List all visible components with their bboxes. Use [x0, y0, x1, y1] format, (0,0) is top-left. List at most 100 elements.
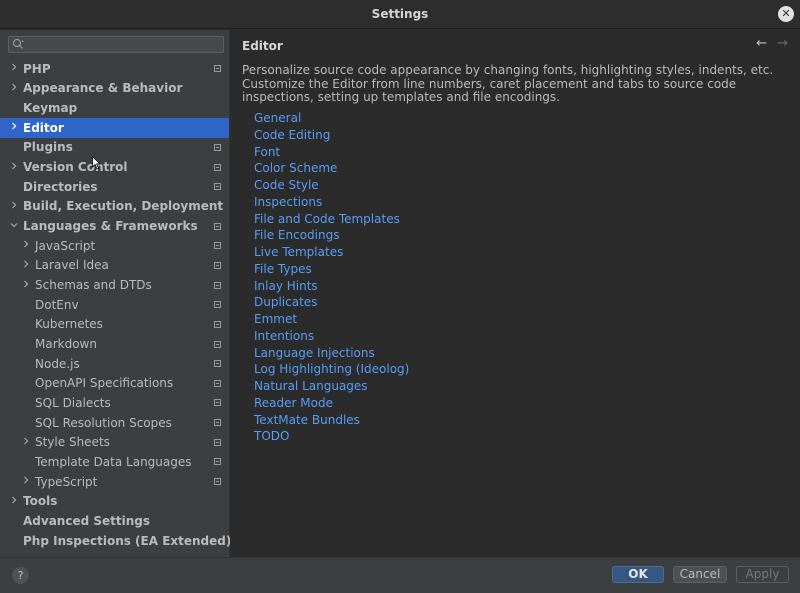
forward-arrow-icon[interactable]: → [777, 36, 788, 51]
sidebar-item-appearance-behavior[interactable]: Appearance & Behavior [0, 79, 229, 99]
sidebar-item-sql-resolution-scopes[interactable]: SQL Resolution Scopes [0, 413, 229, 433]
close-icon[interactable]: ✕ [778, 6, 794, 22]
sidebar-item-version-control[interactable]: Version Control [0, 157, 229, 177]
link-font[interactable]: Font [254, 144, 409, 161]
sidebar-item-markdown[interactable]: Markdown [0, 334, 229, 354]
chevron-right-icon[interactable] [9, 496, 19, 507]
link-file-encodings[interactable]: File Encodings [254, 227, 409, 244]
editor-links: General Code Editing Font Color Scheme Code … [254, 110, 409, 445]
sidebar-item-node-js[interactable]: Node.js [0, 354, 229, 374]
cancel-button[interactable]: Cancel [673, 566, 727, 583]
sidebar-item-dotenv[interactable]: DotEnv [0, 295, 229, 315]
chevron-right-icon[interactable] [21, 280, 31, 291]
sidebar-item-label: DotEnv [35, 297, 79, 312]
link-live-templates[interactable]: Live Templates [254, 244, 409, 261]
sidebar-item-sql-dialects[interactable]: SQL Dialects [0, 393, 229, 413]
chevron-right-icon[interactable] [9, 162, 19, 173]
sidebar-item-tools[interactable]: Tools [0, 491, 229, 511]
sidebar-item-label: Appearance & Behavior [23, 81, 183, 96]
chevron-right-icon[interactable] [9, 201, 19, 212]
sidebar-item-editor[interactable]: Editor [0, 117, 229, 138]
chevron-down-icon[interactable] [9, 221, 19, 232]
sidebar-item-template-data-languages[interactable]: Template Data Languages [0, 452, 229, 472]
sidebar-item-php[interactable]: PHP [0, 59, 229, 79]
link-file-types[interactable]: File Types [254, 261, 409, 278]
chevron-right-icon[interactable] [9, 83, 19, 94]
link-duplicates[interactable]: Duplicates [254, 294, 409, 311]
sidebar-item-laravel-idea[interactable]: Laravel Idea [0, 256, 229, 276]
back-arrow-icon[interactable]: ← [756, 36, 767, 51]
chevron-right-icon[interactable] [21, 476, 31, 487]
sidebar-item-javascript[interactable]: JavaScript [0, 236, 229, 256]
dialog-footer: ? OK Cancel Apply [0, 557, 800, 593]
link-todo[interactable]: TODO [254, 428, 409, 445]
sidebar-item-label: Advanced Settings [23, 513, 151, 528]
link-language-injections[interactable]: Language Injections [254, 345, 409, 362]
link-emmet[interactable]: Emmet [254, 311, 409, 328]
sidebar-item-advanced-settings[interactable]: Advanced Settings [0, 511, 229, 531]
sidebar-item-php-inspections-ea-extended[interactable]: Php Inspections (EA Extended) [0, 531, 232, 551]
link-intentions[interactable]: Intentions [254, 328, 409, 345]
link-general[interactable]: General [254, 110, 409, 127]
search-input[interactable] [31, 37, 221, 52]
link-natural-languages[interactable]: Natural Languages [254, 378, 409, 395]
sidebar-item-label: Directories [23, 179, 98, 194]
page-description: Personalize source code appearance by ch… [242, 63, 774, 104]
link-file-and-code-templates[interactable]: File and Code Templates [254, 211, 409, 228]
page-title: Editor [242, 39, 283, 53]
project-settings-icon [214, 320, 221, 328]
sidebar-item-label: SQL Resolution Scopes [35, 415, 172, 430]
sidebar-item-label: Style Sheets [35, 435, 110, 450]
help-icon[interactable]: ? [12, 567, 29, 584]
project-settings-icon [214, 399, 221, 407]
sidebar-item-label: PHP [23, 61, 51, 76]
sidebar-item-label: Schemas and DTDs [35, 278, 152, 293]
sidebar-item-label: Markdown [35, 337, 97, 352]
apply-button[interactable]: Apply [736, 566, 789, 583]
project-settings-icon [214, 419, 221, 427]
link-inlay-hints[interactable]: Inlay Hints [254, 278, 409, 295]
link-textmate-bundles[interactable]: TextMate Bundles [254, 412, 409, 429]
link-log-highlighting-ideolog[interactable]: Log Highlighting (Ideolog) [254, 361, 409, 378]
link-inspections[interactable]: Inspections [254, 194, 409, 211]
link-code-editing[interactable]: Code Editing [254, 127, 409, 144]
search-icon [12, 37, 26, 54]
settings-search[interactable] [8, 36, 224, 53]
sidebar-item-openapi-specifications[interactable]: OpenAPI Specifications [0, 374, 229, 394]
project-settings-icon [214, 360, 221, 368]
project-settings-icon [214, 458, 221, 466]
sidebar-item-schemas-and-dtds[interactable]: Schemas and DTDs [0, 275, 229, 295]
sidebar-item-directories[interactable]: Directories [0, 177, 229, 197]
sidebar-item-build-execution-deployment[interactable]: Build, Execution, Deployment [0, 197, 229, 217]
project-settings-icon [214, 281, 221, 289]
project-settings-icon [214, 438, 221, 446]
sidebar-item-label: Build, Execution, Deployment [23, 199, 224, 214]
chevron-right-icon[interactable] [9, 122, 19, 133]
link-code-style[interactable]: Code Style [254, 177, 409, 194]
sidebar-item-label: JavaScript [35, 238, 96, 253]
title-bar: Settings ✕ [0, 0, 800, 29]
link-reader-mode[interactable]: Reader Mode [254, 395, 409, 412]
sidebar-item-label: OpenAPI Specifications [35, 376, 174, 391]
settings-sidebar: PHP Appearance & Behavior Keymap Editor Plug… [0, 30, 232, 557]
sidebar-item-languages-frameworks[interactable]: Languages & Frameworks [0, 216, 229, 236]
sidebar-item-label: Template Data Languages [35, 454, 192, 469]
sidebar-item-keymap[interactable]: Keymap [0, 98, 229, 118]
project-settings-icon [214, 301, 221, 309]
chevron-right-icon[interactable] [21, 260, 31, 271]
sidebar-item-plugins[interactable]: Plugins [0, 138, 229, 158]
sidebar-item-label: Php Inspections (EA Extended) [23, 533, 232, 548]
chevron-right-icon[interactable] [21, 240, 31, 251]
chevron-right-icon[interactable] [21, 437, 31, 448]
sidebar-item-label: Version Control [23, 160, 128, 175]
sidebar-item-style-sheets[interactable]: Style Sheets [0, 432, 229, 452]
sidebar-item-label: Node.js [35, 356, 80, 371]
link-color-scheme[interactable]: Color Scheme [254, 160, 409, 177]
chevron-right-icon[interactable] [9, 63, 19, 74]
sidebar-item-label: Laravel Idea [35, 258, 109, 273]
sidebar-item-typescript[interactable]: TypeScript [0, 472, 229, 492]
ok-button[interactable]: OK [612, 566, 664, 583]
project-settings-icon [214, 379, 221, 387]
sidebar-item-kubernetes[interactable]: Kubernetes [0, 315, 229, 335]
project-settings-icon [214, 340, 221, 348]
